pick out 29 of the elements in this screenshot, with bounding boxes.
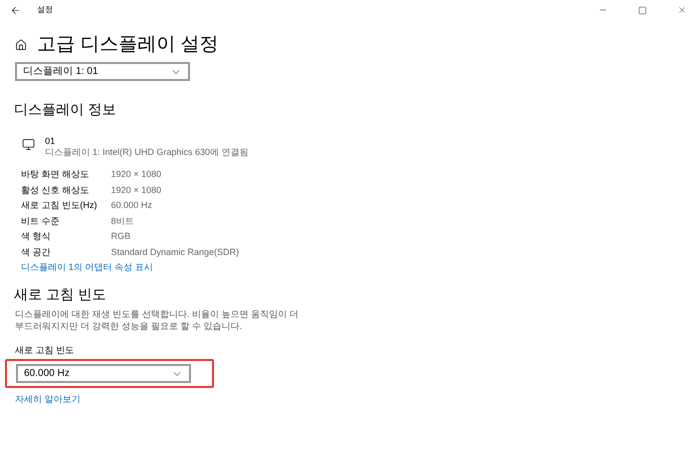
monitor-name: 01 [45,136,56,147]
learn-more-link[interactable]: 자세히 알아보기 [15,392,81,406]
maximize-icon[interactable] [638,6,647,14]
display-dropdown[interactable]: 디스플레이 1: 01 [15,62,190,81]
refresh-rate-dropdown[interactable]: 60.000 Hz [16,364,191,383]
field-label: 새로 고침 빈도 [15,344,76,356]
info-value: 8비트 [111,214,136,228]
info-label: 색 형식 [21,230,52,243]
back-arrow-icon[interactable] [10,4,21,16]
monitor-detail: 디스플레이 1: Intel(R) UHD Graphics 630에 연결됨 [45,147,249,158]
window-title: 설정 [37,4,53,16]
info-label: 새로 고침 빈도(Hz) [21,199,98,212]
page-title: 고급 디스플레이 설정 [37,33,219,57]
info-label: 비트 수준 [21,214,61,228]
close-icon[interactable] [677,5,687,15]
info-value: 1920 × 1080 [111,168,162,181]
info-value: 1920 × 1080 [111,184,162,196]
section-heading: 새로 고침 빈도 [14,285,107,303]
info-label: 바탕 화면 해상도 [21,168,90,181]
monitor-icon [22,138,35,151]
adapter-properties-link[interactable]: 디스플레이 1의 어댑터 속성 표시 [21,260,154,274]
info-value: RGB [111,230,132,243]
section-heading: 디스플레이 정보 [14,100,117,118]
info-label: 활성 신호 해상도 [21,184,90,196]
info-value: 60.000 Hz [111,199,154,212]
refresh-rate-description: 디스플레이에 대한 재생 빈도를 선택합니다. 비율이 높으면 움직임이 더 부드러워지지만 더 강력한 성능을 필요로 할 수 있습니다. [15,308,300,332]
info-label: 색 공간 [21,246,52,258]
home-icon[interactable] [15,39,27,51]
info-value: Standard Dynamic Range(SDR) [111,246,240,259]
